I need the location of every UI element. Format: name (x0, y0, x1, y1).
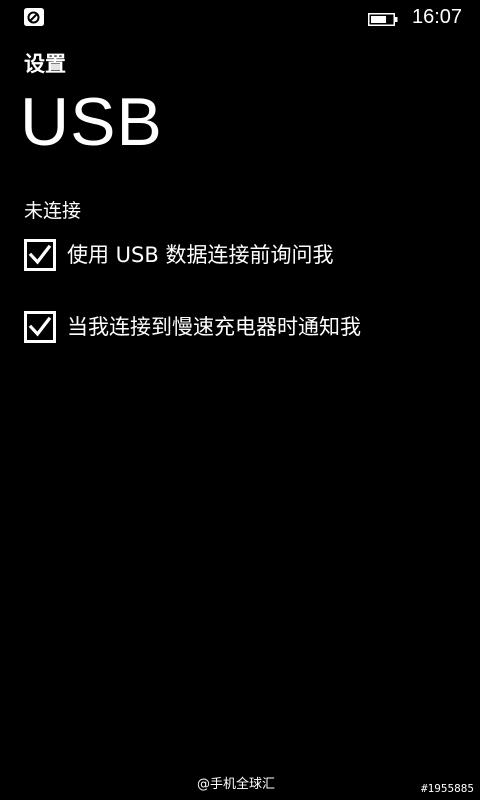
ask-before-usb-data-label: 使用 USB 数据连接前询问我 (67, 243, 334, 267)
slow-charger-notify-checkbox[interactable] (24, 311, 56, 343)
ask-before-usb-data-option[interactable]: 使用 USB 数据连接前询问我 (24, 238, 333, 272)
connection-status-text: 未连接 (24, 200, 82, 222)
battery-icon (368, 11, 398, 26)
ask-before-usb-data-checkbox[interactable] (24, 239, 56, 271)
slow-charger-notify-option[interactable]: 当我连接到慢速充电器时通知我 (24, 310, 361, 344)
page-section-label: 设置 (24, 52, 66, 76)
status-bar: 16:07 (0, 0, 480, 34)
checkmark-icon (28, 244, 52, 265)
watermark-source: @手机全球汇 (197, 777, 276, 792)
data-sense-icon (24, 8, 44, 26)
slow-charger-notify-label: 当我连接到慢速充电器时通知我 (67, 315, 361, 339)
status-clock: 16:07 (412, 6, 463, 28)
checkmark-icon (28, 316, 52, 337)
watermark-id: #1955885 (421, 782, 474, 795)
page-title: USB (20, 84, 163, 160)
